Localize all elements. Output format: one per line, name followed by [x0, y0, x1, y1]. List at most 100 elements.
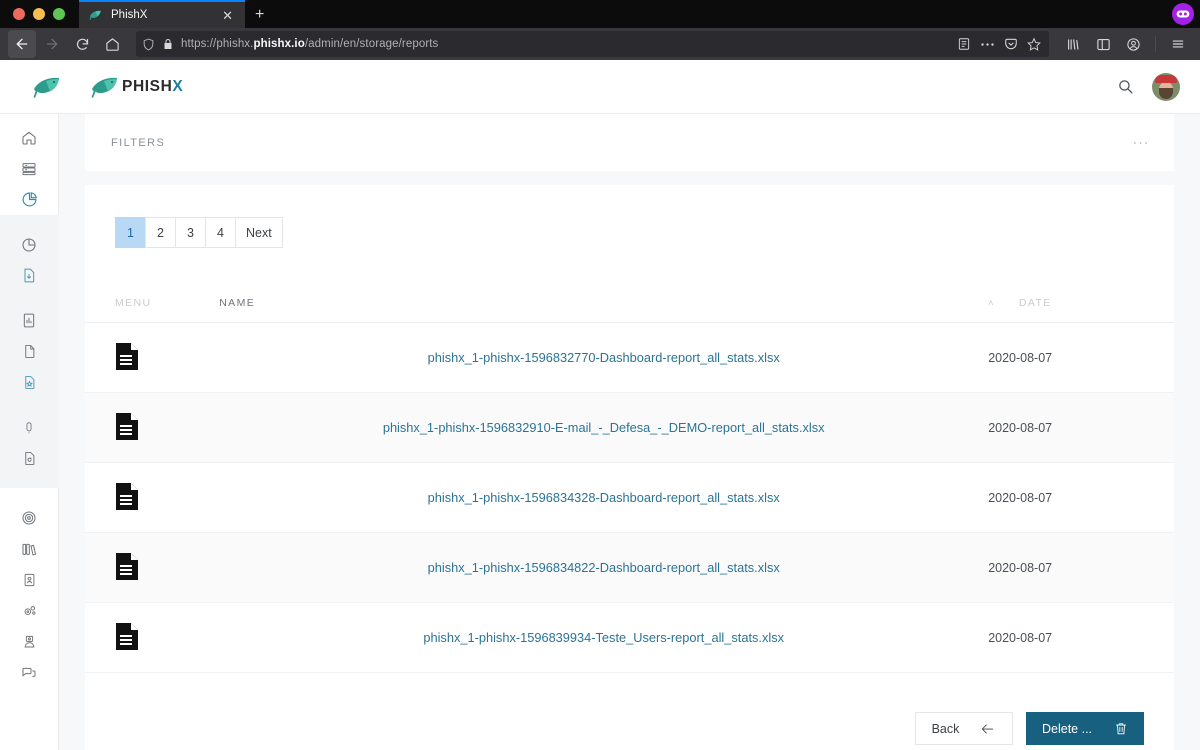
row-date-cell: 2020-08-07	[988, 560, 1053, 575]
table-row[interactable]: phishx_1-phishx-1596834822-Dashboard-rep…	[85, 532, 1174, 603]
sidebar-item-favorites[interactable]	[0, 367, 59, 398]
minimize-window-button[interactable]	[33, 8, 45, 20]
window-controls	[0, 8, 65, 28]
file-link[interactable]: phishx_1-phishx-1596832910-E-mail_-_Defe…	[383, 420, 825, 435]
row-file-icon-cell	[85, 603, 219, 673]
table-header: MENU NAME ˄ DATE	[85, 297, 1174, 323]
main-content: FILTERS 1 2 3 4 Next MENU NAME ˄ DATE ph…	[59, 114, 1200, 750]
lock-icon[interactable]	[162, 38, 174, 50]
zoom-window-button[interactable]	[53, 8, 65, 20]
pagination-next-button[interactable]: Next	[235, 217, 283, 248]
browser-toolbar-right	[1059, 30, 1192, 58]
url-bar[interactable]: https://phishx.phishx.io/admin/en/storag…	[136, 31, 1049, 57]
row-name-cell: phishx_1-phishx-1596834822-Dashboard-rep…	[219, 533, 988, 603]
reader-view-icon[interactable]	[957, 37, 971, 51]
home-icon[interactable]	[98, 30, 126, 58]
phishx-fish-logo-icon	[32, 74, 62, 100]
filters-panel: FILTERS	[85, 114, 1174, 171]
column-header-date-label: DATE	[1018, 297, 1052, 309]
toolbar-divider	[1155, 36, 1156, 52]
sidebar-item-reports-overview[interactable]	[0, 229, 59, 260]
reload-icon[interactable]	[68, 30, 96, 58]
sidebar-item-analytics[interactable]	[0, 184, 59, 215]
sidebar-item-documents[interactable]	[0, 336, 59, 367]
back-button-label: Back	[931, 721, 960, 736]
file-xlsx-icon[interactable]	[115, 622, 139, 651]
container-mask-icon[interactable]	[1172, 3, 1194, 25]
row-name-cell: phishx_1-phishx-1596839934-Teste_Users-r…	[219, 603, 988, 673]
row-name-cell: phishx_1-phishx-1596832910-E-mail_-_Defe…	[219, 393, 988, 463]
row-name-cell: phishx_1-phishx-1596832770-Dashboard-rep…	[219, 323, 988, 393]
back-button[interactable]: Back	[915, 712, 1013, 745]
new-tab-button[interactable]: +	[245, 5, 274, 28]
table-row[interactable]: phishx_1-phishx-1596832910-E-mail_-_Defe…	[85, 392, 1174, 463]
sidebar-item-storage[interactable]	[0, 443, 59, 474]
brand-logo[interactable]: PHISHX	[90, 74, 183, 100]
page-body: FILTERS 1 2 3 4 Next MENU NAME ˄ DATE ph…	[0, 114, 1200, 750]
sidebar-item-downloads[interactable]	[0, 260, 59, 291]
file-link[interactable]: phishx_1-phishx-1596834328-Dashboard-rep…	[428, 490, 780, 505]
sidebar-item-chart-report[interactable]	[0, 305, 59, 336]
file-xlsx-icon[interactable]	[115, 342, 139, 371]
file-xlsx-icon[interactable]	[115, 552, 139, 581]
sidebar-item-info[interactable]	[0, 412, 59, 443]
sidebar-item-server[interactable]	[0, 153, 59, 184]
footer-actions: Back Delete ...	[85, 687, 1174, 750]
search-icon[interactable]	[1117, 78, 1134, 95]
row-name-cell: phishx_1-phishx-1596834328-Dashboard-rep…	[219, 463, 988, 533]
filters-label: FILTERS	[111, 136, 166, 149]
table-row[interactable]: phishx_1-phishx-1596832770-Dashboard-rep…	[85, 323, 1174, 393]
sort-ascending-caret-icon[interactable]: ˄	[988, 298, 995, 308]
file-link[interactable]: phishx_1-phishx-1596839934-Teste_Users-r…	[423, 630, 784, 645]
library-icon[interactable]	[1059, 30, 1087, 58]
phishx-fish-favicon-icon	[88, 8, 103, 22]
forward-arrow-icon[interactable]	[38, 30, 66, 58]
tab-title: PhishX	[111, 9, 148, 21]
browser-tab-phishx[interactable]: PhishX ✕	[79, 0, 245, 28]
delete-button[interactable]: Delete ...	[1026, 712, 1144, 745]
ellipsis-icon[interactable]	[980, 42, 995, 47]
table-row[interactable]: phishx_1-phishx-1596839934-Teste_Users-r…	[85, 603, 1174, 673]
star-icon[interactable]	[1027, 37, 1041, 51]
row-date-cell: 2020-08-07	[988, 420, 1053, 435]
close-tab-icon[interactable]: ✕	[219, 7, 236, 24]
close-window-button[interactable]	[13, 8, 25, 20]
pagination-page-1[interactable]: 1	[115, 217, 146, 248]
sidebar-item-settings[interactable]	[0, 595, 59, 626]
app-header: PHISHX	[0, 60, 1200, 114]
sidebar-item-training[interactable]	[0, 626, 59, 657]
browser-window: PhishX ✕ + https://phishx.phishx.io/admi…	[0, 0, 1200, 750]
url-bar-actions	[957, 37, 1043, 51]
table-row[interactable]: phishx_1-phishx-1596834328-Dashboard-rep…	[85, 463, 1174, 533]
browser-navigation-bar: https://phishx.phishx.io/admin/en/storag…	[0, 28, 1200, 60]
sidebar-item-support[interactable]	[0, 657, 59, 688]
row-file-icon-cell	[85, 533, 219, 603]
sidebar-icon[interactable]	[1089, 30, 1117, 58]
sidebar-item-contacts[interactable]	[0, 564, 59, 595]
trash-icon	[1114, 721, 1128, 736]
pagination-page-2[interactable]: 2	[145, 217, 176, 248]
column-header-date[interactable]: ˄ DATE	[988, 297, 1174, 323]
row-date-cell: 2020-08-07	[988, 350, 1053, 365]
tracking-protection-shield-icon[interactable]	[142, 38, 155, 51]
file-link[interactable]: phishx_1-phishx-1596834822-Dashboard-rep…	[428, 560, 780, 575]
file-xlsx-icon[interactable]	[115, 412, 139, 441]
sidebar-item-library[interactable]	[0, 533, 59, 564]
column-header-name[interactable]: NAME	[219, 297, 989, 323]
filters-ellipsis-icon[interactable]	[1133, 141, 1148, 145]
pagination-page-3[interactable]: 3	[175, 217, 206, 248]
sidebar-nav	[0, 114, 59, 750]
column-header-menu[interactable]: MENU	[85, 297, 220, 323]
pagination-page-4[interactable]: 4	[205, 217, 236, 248]
account-icon[interactable]	[1119, 30, 1147, 58]
hamburger-menu-icon[interactable]	[1164, 30, 1192, 58]
row-file-icon-cell	[85, 393, 219, 463]
row-date-cell: 2020-08-07	[988, 490, 1053, 505]
pocket-icon[interactable]	[1004, 37, 1018, 51]
file-xlsx-icon[interactable]	[115, 482, 139, 511]
file-link[interactable]: phishx_1-phishx-1596832770-Dashboard-rep…	[428, 350, 780, 365]
sidebar-item-home[interactable]	[0, 122, 59, 153]
back-arrow-icon[interactable]	[8, 30, 36, 58]
avatar[interactable]	[1152, 72, 1180, 101]
sidebar-item-campaigns[interactable]	[0, 502, 59, 533]
